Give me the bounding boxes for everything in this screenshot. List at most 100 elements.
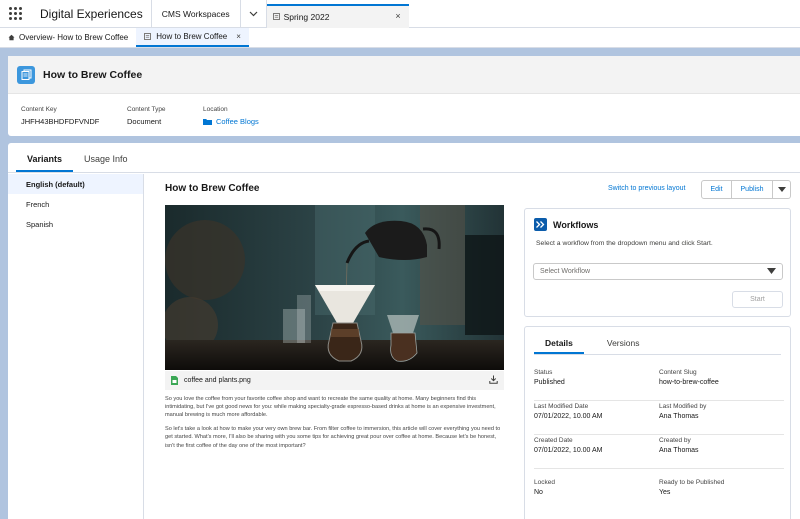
- detail-value: Yes: [659, 489, 671, 496]
- publish-button[interactable]: Publish: [732, 180, 773, 199]
- detail-label: Status: [534, 369, 553, 376]
- field-label: Location: [203, 106, 228, 113]
- app-launcher-button[interactable]: [0, 0, 30, 28]
- detail-last-modified-date: Last Modified Date 07/01/2022, 10.00 AM: [534, 401, 659, 434]
- detail-locked: Locked No: [534, 477, 659, 511]
- start-button[interactable]: Start: [732, 291, 783, 308]
- details-tabs: Details Versions: [534, 327, 781, 355]
- content-area: How to Brew Coffee Switch to previous la…: [144, 174, 800, 519]
- detail-ready-to-publish: Ready to be Published Yes: [659, 477, 784, 511]
- details-card: Details Versions Status Published Conten…: [524, 326, 791, 519]
- switch-layout-link[interactable]: Switch to previous layout: [608, 185, 685, 192]
- tab-usage-info[interactable]: Usage Info: [73, 154, 139, 172]
- workflows-card: Workflows Select a workflow from the dro…: [524, 208, 791, 317]
- content-document-icon: [17, 65, 35, 84]
- file-bar: coffee and plants.png: [165, 371, 504, 390]
- detail-label: Last Modified Date: [534, 403, 589, 410]
- document-icon: [144, 33, 152, 40]
- subtab-overview[interactable]: Overview- How to Brew Coffee: [0, 28, 136, 47]
- action-button-group: Edit Publish: [701, 180, 791, 199]
- field-content-type: Content Type Document: [127, 106, 167, 126]
- main-card: Variants Usage Info English (default) Fr…: [8, 143, 800, 519]
- image-file-icon: [171, 376, 178, 385]
- field-label: Content Key: [21, 106, 57, 113]
- detail-label: Created Date: [534, 437, 573, 444]
- chevron-down-icon: [249, 11, 258, 16]
- variant-french[interactable]: French: [8, 194, 143, 214]
- workflow-icon: [534, 218, 547, 231]
- article-body: So you love the coffee from your favorit…: [165, 395, 504, 456]
- article-paragraph: So let's take a look at how to make your…: [165, 426, 501, 449]
- subtab-label: Overview- How to Brew Coffee: [19, 33, 129, 42]
- coffee-image: [165, 205, 504, 370]
- detail-value: 07/01/2022, 10.00 AM: [534, 447, 603, 454]
- detail-label: Ready to be Published: [659, 479, 725, 486]
- more-actions-button[interactable]: [773, 180, 791, 199]
- nav-menu-button[interactable]: [241, 0, 267, 28]
- variant-spanish[interactable]: Spanish: [8, 214, 143, 234]
- record-title: How to Brew Coffee: [43, 68, 143, 81]
- folder-icon: [203, 119, 212, 125]
- tab-label: Spring 2022: [283, 11, 330, 22]
- tab-variants[interactable]: Variants: [16, 154, 74, 172]
- workflow-select-placeholder: Select Workflow: [540, 268, 591, 275]
- detail-created-by: Created by Ana Thomas: [659, 435, 784, 468]
- field-label: Content Type: [127, 106, 166, 113]
- details-row: Last Modified Date 07/01/2022, 10.00 AM …: [534, 401, 784, 435]
- workflows-title: Workflows: [553, 219, 599, 230]
- file-name: coffee and plants.png: [184, 377, 251, 384]
- tab-details[interactable]: Details: [534, 338, 584, 354]
- workflows-description: Select a workflow from the dropdown menu…: [536, 240, 713, 247]
- detail-value: No: [534, 489, 543, 496]
- caret-down-icon: [777, 187, 786, 192]
- details-row: Locked No Ready to be Published Yes: [534, 477, 784, 511]
- detail-value: Ana Thomas: [659, 447, 699, 454]
- caret-down-icon: [767, 268, 776, 274]
- field-location: Location Coffee Blogs: [203, 106, 259, 126]
- workflows-header: Workflows: [525, 209, 790, 231]
- field-value: JHFH43BHDFDFVNDF: [21, 117, 100, 126]
- details-grid: Status Published Content Slug how-to-bre…: [534, 367, 784, 511]
- detail-value: Published: [534, 379, 565, 386]
- app-name: Digital Experiences: [30, 0, 152, 28]
- subtab-label: How to Brew Coffee: [156, 32, 228, 41]
- detail-label: Locked: [534, 479, 555, 486]
- home-icon: [8, 34, 15, 41]
- tab-spring-2022[interactable]: Spring 2022 ×: [266, 3, 409, 28]
- workflow-select[interactable]: Select Workflow: [533, 263, 783, 280]
- detail-status: Status Published: [534, 367, 659, 400]
- location-label: Coffee Blogs: [216, 117, 259, 126]
- tab-versions[interactable]: Versions: [596, 338, 651, 354]
- detail-content-slug: Content Slug how-to-brew-coffee: [659, 367, 784, 400]
- close-icon[interactable]: ×: [395, 11, 400, 21]
- location-link[interactable]: Coffee Blogs: [203, 117, 259, 126]
- nav-item-cms-workspaces[interactable]: CMS Workspaces: [152, 0, 241, 28]
- close-icon[interactable]: ×: [236, 32, 241, 41]
- details-row: Created Date 07/01/2022, 10.00 AM Create…: [534, 435, 784, 469]
- detail-label: Content Slug: [659, 369, 697, 376]
- app-bar: Digital Experiences CMS Workspaces Sprin…: [0, 0, 800, 28]
- detail-created-date: Created Date 07/01/2022, 10.00 AM: [534, 435, 659, 468]
- document-icon: [272, 13, 280, 20]
- waffle-icon: [8, 7, 22, 20]
- subtab-how-to-brew-coffee[interactable]: How to Brew Coffee ×: [136, 28, 249, 47]
- download-icon: [489, 375, 498, 384]
- edit-button[interactable]: Edit: [701, 180, 732, 199]
- variants-list: English (default) French Spanish: [8, 174, 144, 519]
- details-row: Status Published Content Slug how-to-bre…: [534, 367, 784, 401]
- record-title-row: How to Brew Coffee: [8, 56, 800, 94]
- detail-value: how-to-brew-coffee: [659, 379, 719, 386]
- download-button[interactable]: [489, 375, 498, 386]
- record-fields: Content Key JHFH43BHDFDFVNDF Content Typ…: [8, 94, 800, 126]
- detail-last-modified-by: Last Modified by Ana Thomas: [659, 401, 784, 434]
- subtab-bar: Overview- How to Brew Coffee How to Brew…: [0, 28, 800, 48]
- detail-label: Last Modified by: [659, 403, 707, 410]
- main-tabs: Variants Usage Info: [8, 143, 800, 173]
- variant-english[interactable]: English (default): [8, 174, 143, 194]
- content-title: How to Brew Coffee: [165, 183, 260, 194]
- field-value: Document: [127, 117, 162, 126]
- record-header: How to Brew Coffee Content Key JHFH43BHD…: [8, 56, 800, 136]
- article-paragraph: So you love the coffee from your favorit…: [165, 396, 496, 419]
- detail-value: 07/01/2022, 10.00 AM: [534, 413, 603, 420]
- field-content-key: Content Key JHFH43BHDFDFVNDF: [21, 106, 100, 126]
